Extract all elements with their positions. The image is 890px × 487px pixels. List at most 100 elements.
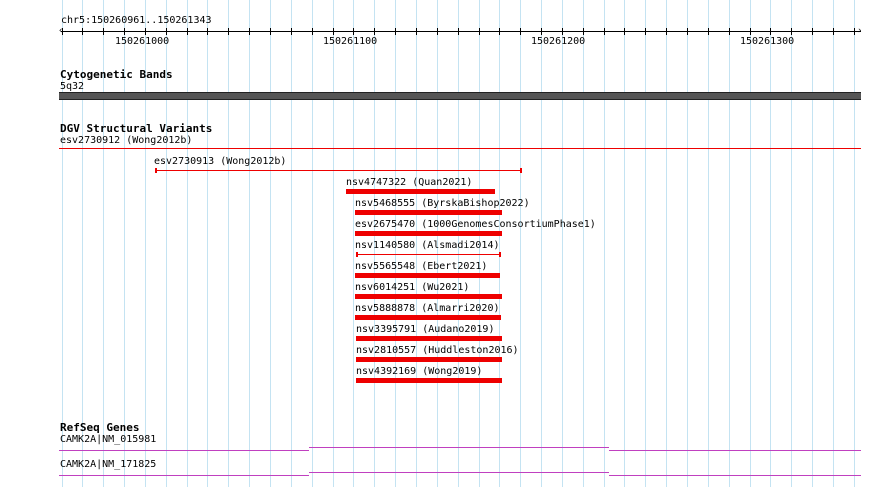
ruler-tick xyxy=(270,28,271,35)
variant-label: nsv5888878 (Almarri2020) xyxy=(355,303,500,314)
ruler-tick xyxy=(624,28,625,35)
grid-line xyxy=(708,0,709,487)
ruler-tick xyxy=(499,28,500,35)
variant-feature-nsv5565548[interactable] xyxy=(355,273,500,278)
variant-feature-nsv5468555[interactable] xyxy=(355,210,502,215)
ruler-tick xyxy=(562,28,563,35)
grid-line xyxy=(333,0,334,487)
ruler-tick xyxy=(437,28,438,35)
ruler-tick xyxy=(791,28,792,35)
variant-label: nsv4747322 (Quan2021) xyxy=(346,177,473,188)
ruler-tick xyxy=(333,28,334,35)
variant-feature-nsv4392169[interactable] xyxy=(356,378,502,383)
ruler-tick xyxy=(82,28,83,35)
variant-feature-nsv2810557[interactable] xyxy=(356,357,502,362)
grid-line xyxy=(562,0,563,487)
grid-line xyxy=(770,0,771,487)
grid-line xyxy=(645,0,646,487)
grid-line xyxy=(312,0,313,487)
grid-line xyxy=(353,0,354,487)
variant-feature-esv2730913[interactable] xyxy=(155,170,522,171)
grid-line xyxy=(604,0,605,487)
gene-feature-NM_171825-mid[interactable] xyxy=(309,472,609,473)
ruler-tick-label: 150261200 xyxy=(531,36,586,47)
gene-label: CAMK2A|NM_015981 xyxy=(60,434,157,445)
grid-line xyxy=(791,0,792,487)
grid-line xyxy=(291,0,292,487)
ruler-tick xyxy=(145,28,146,35)
ruler-tick-label: 150261000 xyxy=(115,36,170,47)
gene-feature-NM_015981-right[interactable] xyxy=(609,450,861,451)
ruler-tick xyxy=(416,28,417,35)
gene-feature-NM_171825-left[interactable] xyxy=(59,475,309,476)
ruler-tick xyxy=(770,28,771,35)
variant-label: nsv4392169 (Wong2019) xyxy=(356,366,483,377)
cytoband-track-title: Cytogenetic Bands xyxy=(60,68,173,81)
dgv-track-title: DGV Structural Variants xyxy=(60,122,213,135)
gene-feature-NM_015981-mid[interactable] xyxy=(309,447,609,448)
grid-line xyxy=(541,0,542,487)
variant-label: esv2675470 (1000GenomesConsortiumPhase1) xyxy=(355,219,596,230)
refseq-track-title: RefSeq Genes xyxy=(60,421,140,434)
grid-line xyxy=(520,0,521,487)
ruler-tick-label: 150261300 xyxy=(740,36,795,47)
variant-label: nsv5468555 (ByrskaBishop2022) xyxy=(355,198,530,209)
ruler-tick xyxy=(479,28,480,35)
grid-line xyxy=(729,0,730,487)
grid-line xyxy=(687,0,688,487)
variant-label: nsv6014251 (Wu2021) xyxy=(355,282,470,293)
ruler-tick xyxy=(187,28,188,35)
gene-feature-NM_015981-left[interactable] xyxy=(59,450,309,451)
grid-line xyxy=(270,0,271,487)
ruler-tick xyxy=(249,28,250,35)
grid-line xyxy=(833,0,834,487)
ruler-tick xyxy=(228,28,229,35)
ruler-tick xyxy=(604,28,605,35)
ruler-tick xyxy=(62,28,63,35)
grid-line xyxy=(666,0,667,487)
ruler-tick xyxy=(645,28,646,35)
ruler-tick xyxy=(166,28,167,35)
cytoband-5q32[interactable] xyxy=(59,92,861,100)
ruler-tick xyxy=(458,28,459,35)
variant-end-cap xyxy=(520,168,522,173)
variant-feature-nsv1140580[interactable] xyxy=(356,254,501,255)
ruler-tick xyxy=(708,28,709,35)
variant-label: nsv2810557 (Huddleston2016) xyxy=(356,345,519,356)
variant-end-cap xyxy=(499,252,501,257)
dgv-top-variant-line[interactable] xyxy=(59,148,861,149)
region-label: chr5:150260961..150261343 xyxy=(61,15,212,26)
variant-label: nsv3395791 (Audano2019) xyxy=(356,324,495,335)
grid-line xyxy=(228,0,229,487)
ruler-axis xyxy=(61,31,861,32)
ruler-tick xyxy=(374,28,375,35)
ruler-tick xyxy=(666,28,667,35)
ruler-tick xyxy=(103,28,104,35)
grid-line xyxy=(207,0,208,487)
variant-feature-nsv3395791[interactable] xyxy=(356,336,502,341)
variant-feature-nsv6014251[interactable] xyxy=(355,294,502,299)
ruler-tick xyxy=(353,28,354,35)
grid-line xyxy=(187,0,188,487)
ruler-tick xyxy=(812,28,813,35)
variant-start-cap xyxy=(356,252,358,257)
gene-feature-NM_171825-right[interactable] xyxy=(609,475,861,476)
variant-feature-esv2675470[interactable] xyxy=(355,231,502,236)
ruler-tick xyxy=(291,28,292,35)
ruler-tick xyxy=(854,28,855,35)
ruler-tick xyxy=(833,28,834,35)
ruler-tick xyxy=(207,28,208,35)
ruler-tick xyxy=(395,28,396,35)
genome-browser-view[interactable]: chr5:150260961..150261343 ‹ › 150261000 … xyxy=(0,0,890,487)
gene-label: CAMK2A|NM_171825 xyxy=(60,459,157,470)
variant-feature-nsv5888878[interactable] xyxy=(355,315,501,320)
variant-start-cap xyxy=(155,168,157,173)
variant-feature-nsv4747322[interactable] xyxy=(346,189,495,194)
ruler-tick xyxy=(729,28,730,35)
grid-line xyxy=(624,0,625,487)
ruler-right-arrow-icon: › xyxy=(857,26,863,36)
ruler-tick xyxy=(124,28,125,35)
ruler-tick xyxy=(312,28,313,35)
dgv-top-variant-label: esv2730912 (Wong2012b) xyxy=(60,135,193,146)
ruler-tick-label: 150261100 xyxy=(323,36,378,47)
